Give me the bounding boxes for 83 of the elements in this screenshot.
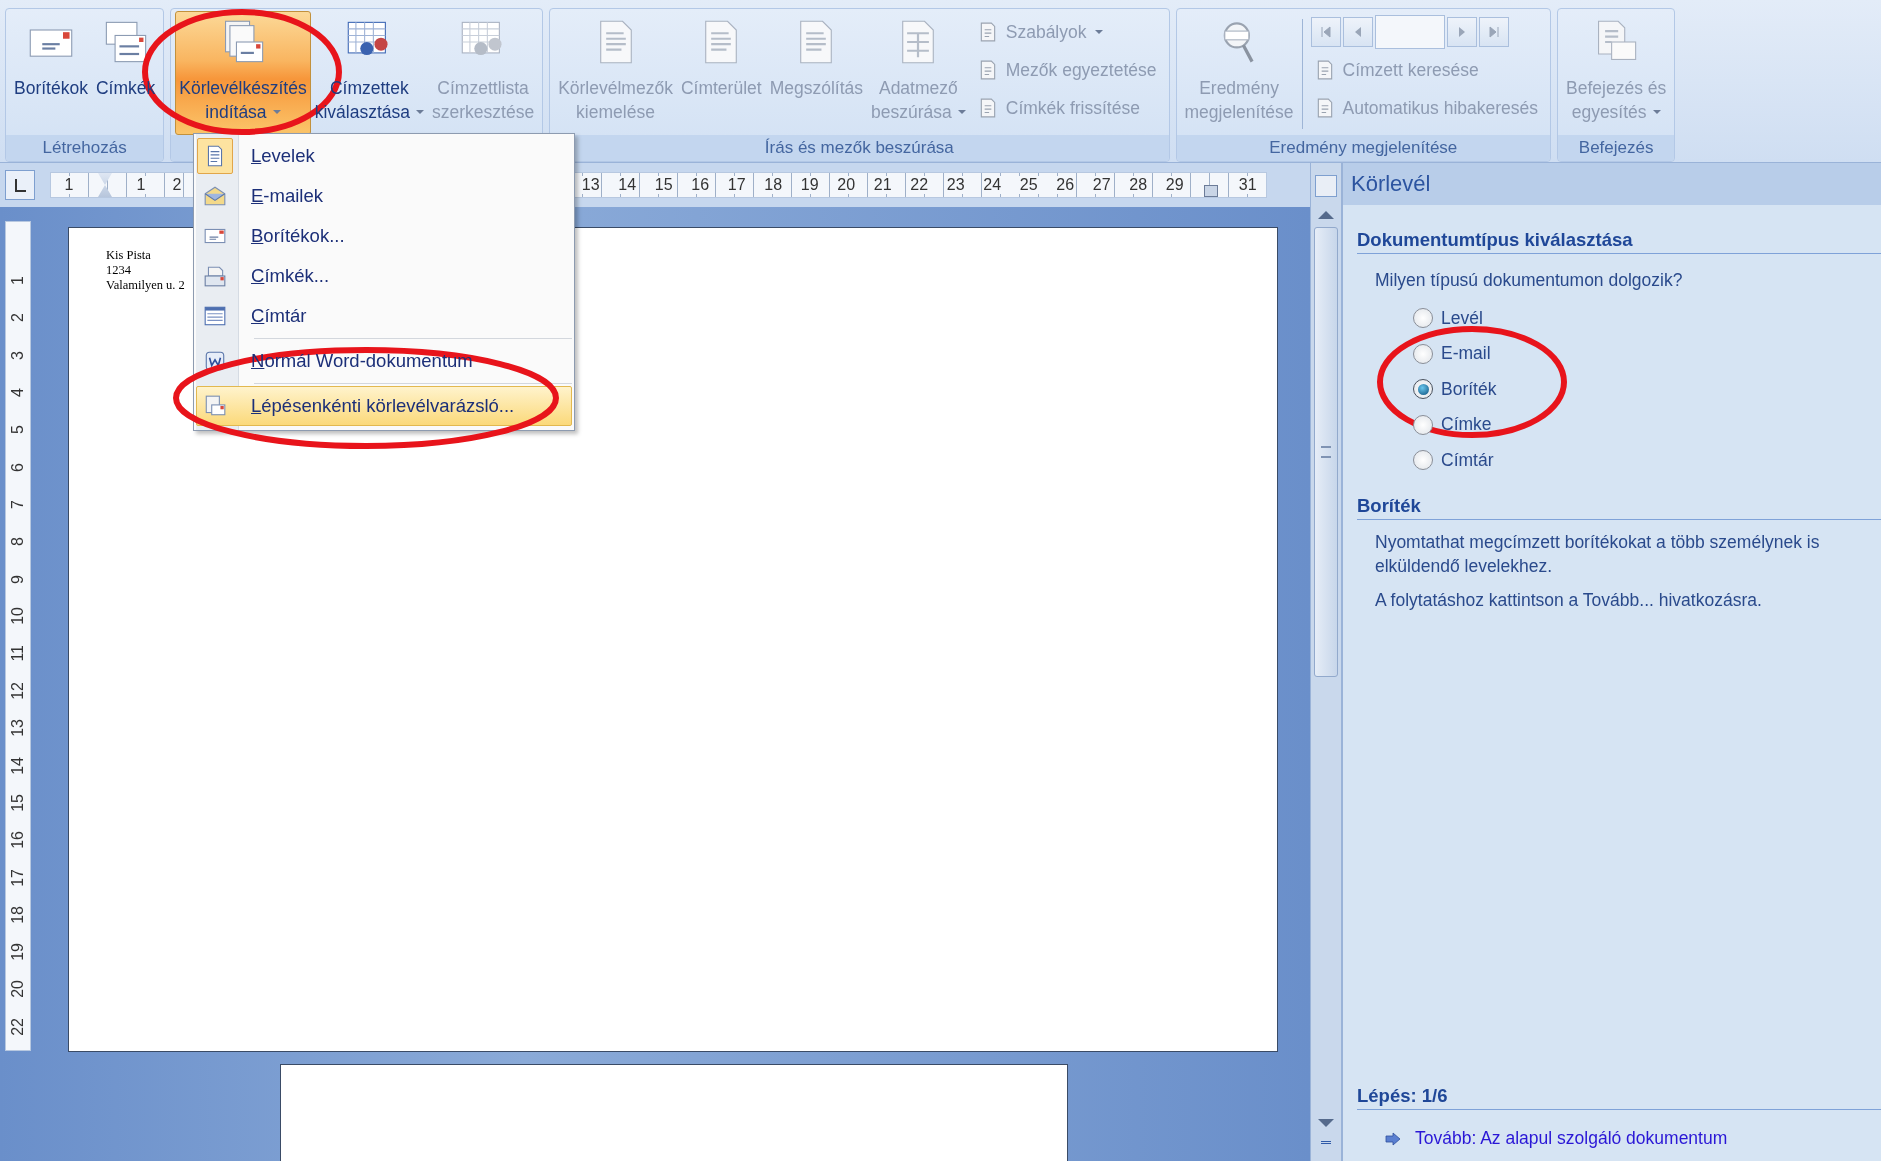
step-indicator: Lépés: 1/6 bbox=[1357, 1077, 1881, 1110]
ruler-number: 27 bbox=[1091, 176, 1112, 194]
vertical-scrollbar[interactable] bbox=[1310, 163, 1341, 1161]
document-type-radio[interactable]: Címtár bbox=[1413, 446, 1494, 475]
scroll-thumb[interactable] bbox=[1314, 227, 1338, 677]
menu-item[interactable]: Borítékok... bbox=[196, 216, 572, 256]
radio-icon[interactable] bbox=[1413, 414, 1433, 435]
ruler-number: 18 bbox=[763, 176, 784, 194]
document-type-radio[interactable]: E-mail bbox=[1413, 339, 1491, 368]
section-heading: Dokumentumtípus kiválasztása bbox=[1357, 221, 1881, 254]
ruler-number: 18 bbox=[9, 905, 27, 924]
description-text: Nyomtathat megcímzett borítékokat a több személynek is elküldendő levelekhez. bbox=[1374, 530, 1821, 578]
right-indent-marker-icon[interactable] bbox=[1204, 185, 1219, 197]
ruler-number: 13 bbox=[580, 176, 601, 194]
record-number-field[interactable] bbox=[1374, 15, 1445, 49]
task-pane-icon[interactable] bbox=[1315, 175, 1337, 197]
ruler-number: 8 bbox=[9, 537, 27, 547]
document-text: Valamilyen u. 2 bbox=[106, 278, 185, 293]
last-record-icon[interactable] bbox=[1478, 17, 1509, 47]
ruler-number: 15 bbox=[9, 793, 27, 812]
ruler-number: 3 bbox=[9, 350, 27, 360]
ruler-number: 31 bbox=[1237, 176, 1258, 194]
document-type-radio[interactable]: Címke bbox=[1413, 410, 1492, 439]
ruler-number: 25 bbox=[1018, 176, 1039, 194]
ruler-number: 14 bbox=[9, 756, 27, 775]
previous-record-icon[interactable] bbox=[1342, 17, 1373, 47]
menu-item[interactable]: Címtár bbox=[196, 296, 572, 336]
ruler-number: 28 bbox=[1128, 176, 1149, 194]
ruler-number: 10 bbox=[9, 607, 27, 626]
right-arrow-icon bbox=[1385, 1131, 1401, 1146]
document-type-radio[interactable]: Boríték bbox=[1413, 375, 1497, 404]
ruler-number: 16 bbox=[690, 176, 711, 194]
next-step-link[interactable]: Tovább: Az alapul szolgáló dokumentum bbox=[1415, 1128, 1728, 1149]
ruler-number: 21 bbox=[872, 176, 893, 194]
next-record-icon[interactable] bbox=[1446, 17, 1477, 47]
ruler-number: 7 bbox=[9, 499, 27, 509]
ruler-number: 19 bbox=[9, 943, 27, 961]
ruler-number: 2 bbox=[9, 313, 27, 323]
indent-marker-icon[interactable] bbox=[98, 173, 112, 197]
ruler-number: 22 bbox=[9, 1017, 27, 1036]
group-label: Befejezés bbox=[1558, 135, 1675, 161]
radio-icon[interactable] bbox=[1413, 343, 1433, 364]
ruler-number: 20 bbox=[836, 176, 857, 194]
ruler-number: 4 bbox=[9, 388, 27, 397]
ruler-number: 11 bbox=[9, 645, 27, 662]
ruler-number: 5 bbox=[9, 425, 27, 435]
ruler-number: 24 bbox=[982, 176, 1003, 194]
first-record-icon[interactable] bbox=[1310, 17, 1341, 47]
ruler-number: 29 bbox=[1164, 176, 1185, 194]
description-text: A folytatáshoz kattintson a Tovább... hivatkozásra. bbox=[1374, 588, 1763, 612]
ribbon-button[interactable]: Borítékok bbox=[10, 11, 92, 135]
ruler-number: 20 bbox=[9, 980, 27, 999]
ruler-number: 1 bbox=[9, 276, 27, 286]
menu-item[interactable]: E-mailek bbox=[196, 176, 572, 216]
ruler-number: 15 bbox=[653, 176, 674, 194]
ruler-number: 19 bbox=[799, 176, 820, 194]
group-label: Létrehozás bbox=[6, 135, 164, 161]
ruler-number: 13 bbox=[9, 719, 27, 738]
menu-item[interactable]: Lépésenkénti körlevélvarázsló... bbox=[196, 386, 572, 426]
group-label: Eredmény megjelenítése bbox=[1176, 135, 1551, 161]
question-text: Milyen típusú dokumentumon dolgozik? bbox=[1374, 269, 1684, 292]
ruler-number: 1 bbox=[63, 176, 75, 194]
ruler-number: 16 bbox=[9, 831, 27, 849]
ruler-number: 17 bbox=[726, 176, 747, 194]
radio-icon[interactable] bbox=[1413, 450, 1433, 471]
task-pane-title: Körlevél bbox=[1351, 171, 1431, 197]
ruler-number: 6 bbox=[9, 462, 27, 472]
ruler-number: 9 bbox=[9, 574, 27, 584]
radio-icon[interactable] bbox=[1413, 308, 1433, 329]
ruler-number: 26 bbox=[1055, 176, 1076, 194]
ruler-number: 22 bbox=[909, 176, 930, 194]
document-type-radio[interactable]: Levél bbox=[1413, 304, 1483, 333]
section-heading: Boríték bbox=[1357, 486, 1881, 520]
ruler-number: 1 bbox=[135, 176, 147, 194]
ruler-number: 17 bbox=[9, 868, 27, 887]
document-text: Kis Pista bbox=[106, 248, 151, 263]
ruler-number: 14 bbox=[617, 176, 638, 194]
ruler-number: 12 bbox=[9, 682, 27, 700]
radio-icon[interactable] bbox=[1413, 379, 1433, 400]
ruler-number: 23 bbox=[945, 176, 966, 194]
document-text: 1234 bbox=[106, 263, 131, 278]
tab-stop-icon[interactable] bbox=[5, 170, 35, 200]
menu-item[interactable]: Címkék... bbox=[196, 256, 572, 296]
